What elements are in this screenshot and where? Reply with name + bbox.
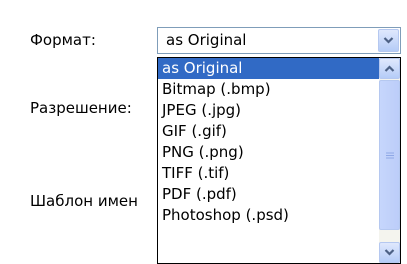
- dropdown-scrollbar[interactable]: [379, 58, 400, 263]
- format-label: Формат:: [30, 31, 96, 49]
- scroll-thumb[interactable]: [379, 80, 400, 230]
- format-select-value: as Original: [166, 31, 247, 49]
- resolution-label: Разрешение:: [30, 99, 132, 117]
- scroll-down-button[interactable]: [379, 242, 400, 263]
- format-option-png[interactable]: PNG (.png): [158, 142, 380, 163]
- format-option-bitmap[interactable]: Bitmap (.bmp): [158, 79, 380, 100]
- format-option-photoshop[interactable]: Photoshop (.psd): [158, 205, 380, 226]
- format-option-tiff[interactable]: TIFF (.tif): [158, 163, 380, 184]
- chevron-up-icon: [384, 65, 395, 72]
- format-select-dropdown-button[interactable]: [378, 29, 399, 52]
- format-option-gif[interactable]: GIF (.gif): [158, 121, 380, 142]
- chevron-down-icon: [383, 37, 394, 44]
- scroll-up-button[interactable]: [379, 58, 400, 79]
- format-option-pdf[interactable]: PDF (.pdf): [158, 184, 380, 205]
- format-option-jpeg[interactable]: JPEG (.jpg): [158, 100, 380, 121]
- name-template-label: Шаблон имен: [30, 192, 138, 210]
- format-options: as Original Bitmap (.bmp) JPEG (.jpg) GI…: [158, 58, 380, 226]
- format-option-as-original[interactable]: as Original: [158, 58, 380, 79]
- format-select[interactable]: as Original: [157, 27, 401, 54]
- format-dropdown-list: as Original Bitmap (.bmp) JPEG (.jpg) GI…: [157, 57, 401, 264]
- grip-icon: [386, 152, 394, 159]
- chevron-down-icon: [384, 249, 395, 256]
